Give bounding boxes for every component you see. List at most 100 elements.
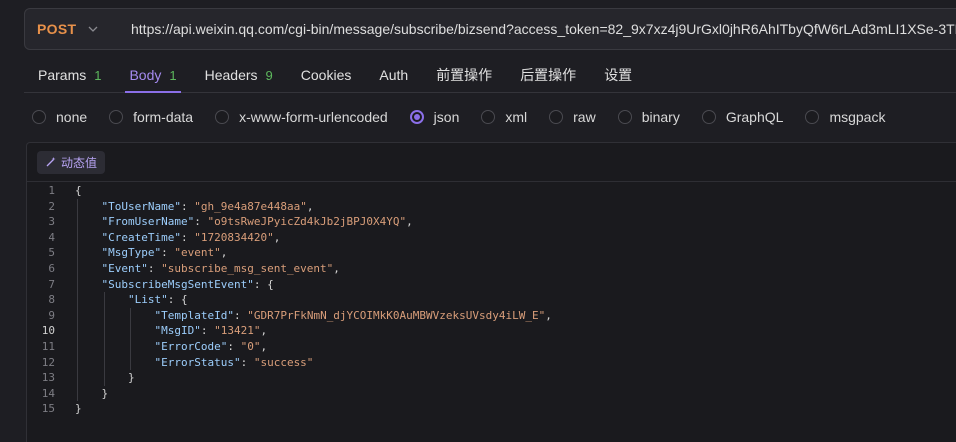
code-text: } bbox=[55, 401, 82, 417]
json-key: "SubscribeMsgSentEvent" bbox=[101, 277, 254, 291]
json-string: "GDR7PrFkNmN_djYCOIMkK0AuMBWVzeksUVsdy4i… bbox=[247, 308, 546, 322]
magic-wand-icon bbox=[46, 157, 56, 167]
json-string: "0" bbox=[240, 339, 261, 353]
dynamic-value-button[interactable]: 动态值 bbox=[37, 150, 106, 174]
json-punctuation: , bbox=[545, 308, 552, 322]
tab-cookies[interactable]: Cookies bbox=[287, 58, 366, 92]
radio-circle[interactable] bbox=[409, 110, 424, 124]
indent-guide bbox=[77, 198, 78, 402]
code-text: "List": { bbox=[55, 292, 188, 308]
radio-graphql[interactable]: GraphQL bbox=[701, 109, 784, 125]
radio-msgpack[interactable]: msgpack bbox=[805, 109, 885, 125]
json-punctuation: : bbox=[200, 324, 215, 338]
json-punctuation: , bbox=[306, 199, 314, 213]
radio-binary[interactable]: binary bbox=[617, 109, 680, 125]
json-string: "success" bbox=[253, 355, 314, 369]
radio-circle[interactable] bbox=[805, 110, 820, 124]
json-string: "event" bbox=[174, 246, 221, 260]
tab-label: Headers bbox=[204, 67, 258, 83]
radio-form-data[interactable]: form-data bbox=[109, 109, 193, 125]
tab-headers[interactable]: Headers 9 bbox=[191, 58, 287, 92]
radio-circle[interactable] bbox=[32, 110, 46, 124]
method-label: POST bbox=[37, 21, 77, 37]
json-string: "1720834420" bbox=[194, 230, 274, 244]
tab-auth[interactable]: Auth bbox=[365, 58, 422, 92]
tab-5[interactable]: 前置操作 bbox=[422, 58, 506, 92]
radio-circle[interactable] bbox=[701, 110, 716, 124]
tab-label: Body bbox=[129, 67, 162, 83]
json-punctuation: { bbox=[75, 184, 82, 197]
json-key: "CreateTime" bbox=[101, 230, 181, 244]
method-select[interactable]: POST bbox=[25, 21, 117, 37]
json-key: "MsgType" bbox=[101, 246, 162, 260]
code-text: } bbox=[55, 370, 135, 386]
tab-body[interactable]: Body 1 bbox=[115, 58, 190, 93]
tab-params[interactable]: Params 1 bbox=[24, 58, 115, 92]
radio-label: json bbox=[433, 109, 460, 125]
line-number: 10 bbox=[41, 324, 55, 338]
tab-label: 后置操作 bbox=[520, 67, 577, 83]
code-text: } bbox=[55, 386, 109, 402]
json-punctuation: } bbox=[75, 402, 82, 416]
json-punctuation: : bbox=[194, 215, 208, 229]
tab-label: 前置操作 bbox=[436, 67, 493, 83]
json-punctuation: : { bbox=[167, 293, 188, 307]
radio-circle[interactable] bbox=[549, 110, 564, 124]
tab-6[interactable]: 后置操作 bbox=[506, 58, 590, 92]
code-area[interactable]: 1{2 "ToUserName": "gh_9e4a87e448aa", 3 "F… bbox=[27, 182, 956, 417]
code-line: 3 "FromUserName": "o9tsRweJPyicZd4kJb2jB… bbox=[27, 214, 956, 230]
tab-7[interactable]: 设置 bbox=[590, 58, 646, 92]
line-number: 12 bbox=[41, 355, 55, 369]
radio-label: msgpack bbox=[829, 109, 886, 125]
radio-circle[interactable] bbox=[215, 110, 230, 124]
code-text: "FromUserName": "o9tsRweJPyicZd4kJb2jBPJ… bbox=[55, 214, 413, 230]
tab-label: Auth bbox=[379, 67, 409, 83]
radio-none[interactable]: none bbox=[32, 109, 87, 125]
json-punctuation: , bbox=[260, 324, 268, 338]
tab-count-badge: 1 bbox=[94, 67, 102, 83]
radio-label: raw bbox=[573, 109, 596, 125]
chevron-down-icon bbox=[88, 26, 98, 32]
line-number: 15 bbox=[41, 402, 55, 416]
radio-raw[interactable]: raw bbox=[549, 109, 596, 125]
json-body-editor[interactable]: 动态值 1{2 "ToUserName": "gh_9e4a87e448aa",… bbox=[26, 142, 956, 442]
radio-label: form-data bbox=[133, 109, 194, 125]
tab-count-badge: 1 bbox=[169, 67, 177, 83]
code-line: 4 "CreateTime": "1720834420", bbox=[27, 230, 956, 246]
json-key: "ErrorCode" bbox=[154, 339, 228, 353]
radio-circle[interactable] bbox=[617, 110, 632, 124]
tab-label: Cookies bbox=[300, 67, 352, 83]
radio-json[interactable]: json bbox=[409, 109, 460, 125]
code-line: 15} bbox=[27, 401, 956, 417]
json-punctuation: : bbox=[161, 246, 175, 260]
code-text: "MsgID": "13421", bbox=[55, 323, 267, 339]
radio-label: GraphQL bbox=[725, 109, 784, 125]
json-punctuation: : bbox=[233, 308, 248, 322]
json-punctuation: : bbox=[147, 261, 162, 275]
json-punctuation: , bbox=[220, 246, 228, 260]
json-string: "gh_9e4a87e448aa" bbox=[194, 199, 307, 213]
json-punctuation: } bbox=[101, 386, 109, 400]
code-text: { bbox=[55, 183, 82, 199]
json-punctuation: } bbox=[127, 371, 135, 385]
radio-label: xml bbox=[505, 109, 528, 125]
code-text: "ErrorCode": "0", bbox=[55, 339, 267, 355]
indent-guide bbox=[130, 307, 131, 371]
radio-xml[interactable]: xml bbox=[481, 109, 527, 125]
radio-x-www-form-urlencoded[interactable]: x-www-form-urlencoded bbox=[215, 109, 388, 125]
json-punctuation: , bbox=[406, 215, 413, 229]
json-key: "MsgID" bbox=[154, 324, 201, 338]
indent-guide bbox=[103, 292, 105, 386]
radio-circle[interactable] bbox=[481, 110, 496, 124]
radio-circle[interactable] bbox=[109, 110, 124, 124]
code-line: 14 } bbox=[27, 386, 956, 402]
editor-toolbar: 动态值 bbox=[27, 143, 956, 182]
tab-label: Params bbox=[38, 67, 87, 83]
url-input[interactable]: https://api.weixin.qq.com/cgi-bin/messag… bbox=[117, 21, 956, 37]
dynamic-value-label: 动态值 bbox=[61, 155, 98, 170]
tab-count-badge: 9 bbox=[265, 67, 273, 83]
code-line: 9 "TemplateId": "GDR7PrFkNmN_djYCOIMkK0A… bbox=[27, 308, 956, 324]
code-text: "MsgType": "event", bbox=[55, 245, 228, 261]
line-number: 5 bbox=[48, 246, 55, 260]
code-line: 10 "MsgID": "13421", bbox=[27, 323, 956, 339]
